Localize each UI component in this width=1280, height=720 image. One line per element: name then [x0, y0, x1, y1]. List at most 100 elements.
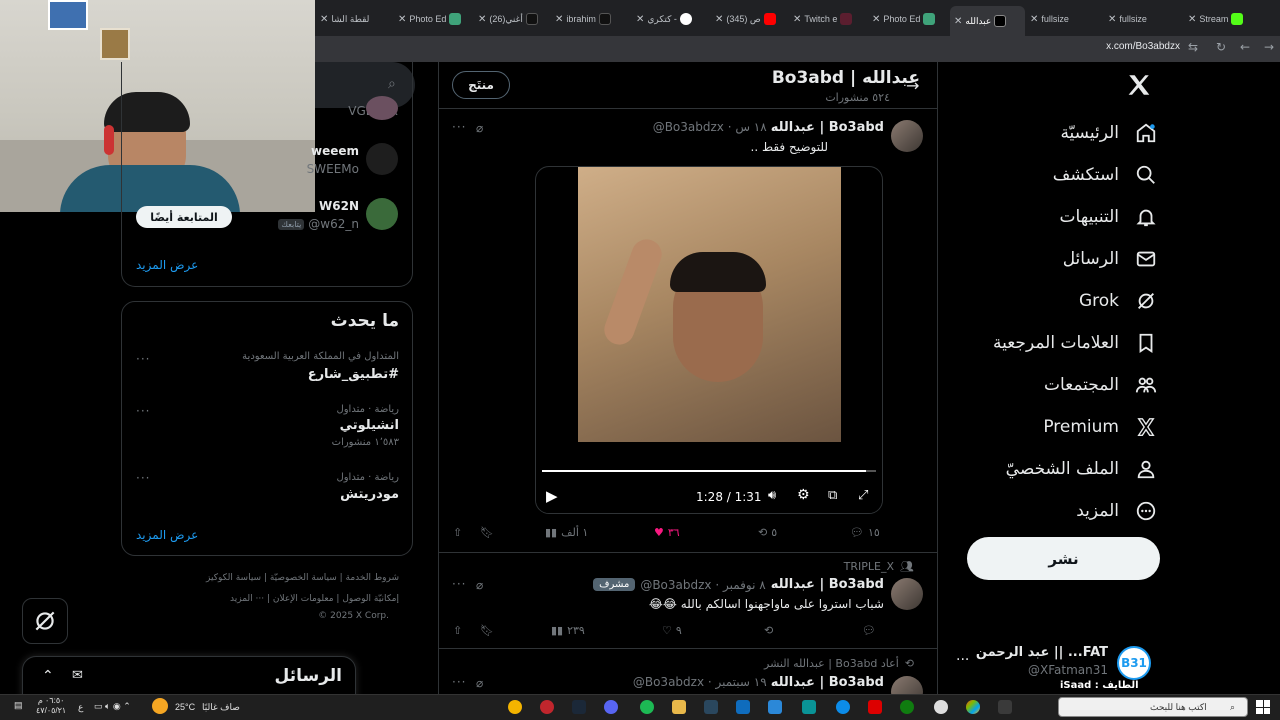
video-player[interactable]: ▶ 1:28 / 1:31 🔊︎ ⚙ ⧉ ⤢	[535, 166, 883, 514]
bookmark-icon[interactable]: 🔖︎	[480, 526, 494, 539]
discord-icon[interactable]	[604, 700, 618, 714]
browser-tab[interactable]: ✕ fullsize	[1108, 8, 1183, 30]
tweet-handle[interactable]: @Bo3abdzx · ١٨ س	[653, 120, 767, 135]
x-logo-icon[interactable]	[1126, 72, 1152, 102]
share-icon[interactable]: ⇧	[453, 526, 462, 539]
tweet-author-name[interactable]: Bo3abd | عبدالله	[771, 675, 884, 690]
volume-icon[interactable]: 🔊︎	[768, 488, 776, 503]
views-button[interactable]: ▮▮ ١ ألف	[545, 526, 588, 539]
post-button[interactable]: نشر	[967, 537, 1160, 580]
windows-start-icon[interactable]	[1256, 700, 1270, 714]
more-icon[interactable]: ···	[452, 577, 466, 591]
follow-avatar[interactable]	[366, 96, 398, 120]
url-field[interactable]: x.com/Bo3abdzx	[1106, 41, 1180, 52]
clock[interactable]: ٠٦:٥٠ م ٤٧/٠٥/٢١	[36, 696, 66, 716]
xbox-icon[interactable]	[900, 700, 914, 714]
notification-icon[interactable]: ▤	[14, 700, 23, 711]
close-icon[interactable]: ✕	[555, 14, 563, 25]
close-icon[interactable]: ✕	[1188, 14, 1196, 25]
nav-home[interactable]: الرئيسيّة	[1060, 118, 1157, 148]
grok-floating-button[interactable]	[22, 598, 68, 644]
browser-tab[interactable]: ✕ Photo Ed	[872, 8, 947, 30]
trend-name[interactable]: #تطبيق_شارع	[308, 367, 399, 382]
grok-icon[interactable]: ⌀	[476, 121, 483, 135]
nav-messages[interactable]: الرسائل	[1063, 244, 1157, 274]
close-icon[interactable]: ✕	[793, 14, 801, 25]
show-more-link[interactable]: عرض المزيد	[136, 528, 198, 542]
browser-tab[interactable]: ✕ ibrahim	[555, 8, 630, 30]
close-icon[interactable]: ✕	[872, 14, 880, 25]
grok-icon[interactable]: ⌀	[476, 676, 483, 690]
browser-tab[interactable]: ✕ Photo Ed	[398, 8, 473, 30]
footer-link-more[interactable]: ··· المزيد	[230, 594, 264, 604]
views-button[interactable]: ▮▮ ٢٣٩	[551, 624, 585, 637]
tweet-avatar[interactable]	[891, 578, 923, 610]
footer-link-ads[interactable]: معلومات الإعلان	[273, 594, 334, 604]
forward-icon[interactable]: ←	[1240, 40, 1250, 54]
follow-name[interactable]: weeem	[311, 144, 359, 158]
task-view-icon[interactable]	[998, 700, 1012, 714]
edge-icon[interactable]	[836, 700, 850, 714]
browser-tab[interactable]: ✕ Twitch e	[793, 8, 868, 30]
more-icon[interactable]: ···	[452, 675, 466, 689]
follow-avatar[interactable]	[366, 198, 398, 230]
grok-icon[interactable]: ⌀	[476, 578, 483, 592]
bookmark-icon[interactable]: 🔖︎	[480, 624, 494, 637]
follow-back-button[interactable]: المتابعة أيضًا	[136, 206, 232, 228]
store-icon[interactable]	[768, 700, 782, 714]
nav-explore[interactable]: استكشف	[1053, 160, 1157, 190]
outlook-icon[interactable]	[736, 700, 750, 714]
reload-icon[interactable]: ↻	[1216, 40, 1226, 54]
account-avatar[interactable]: B31	[1117, 646, 1151, 680]
more-icon[interactable]: ···	[136, 352, 150, 366]
video-progress-track[interactable]	[542, 470, 876, 472]
nav-premium[interactable]: Premium	[1043, 412, 1157, 442]
account-more-icon[interactable]: ···	[956, 652, 969, 668]
settings-icon[interactable]: ⚙	[797, 487, 810, 503]
app-icon[interactable]	[802, 700, 816, 714]
spotify-icon[interactable]	[640, 700, 654, 714]
tweet-handle[interactable]: @Bo3abdzx · ٨ نوفمبر	[640, 578, 765, 592]
back-icon[interactable]: →	[1264, 40, 1274, 54]
tweet-author-name[interactable]: Bo3abd | عبدالله	[771, 120, 884, 135]
close-icon[interactable]: ✕	[398, 14, 406, 25]
footer-link-accessibility[interactable]: إمكانيّة الوصول	[342, 594, 399, 604]
close-icon[interactable]: ✕	[1108, 14, 1116, 25]
footer-link-terms[interactable]: شروط الخدمة	[346, 573, 399, 583]
nav-profile[interactable]: الملف الشخصيّ	[1006, 454, 1157, 484]
browser-tab[interactable]: ✕ Stream	[1188, 8, 1258, 30]
steam-icon[interactable]	[572, 700, 586, 714]
reply-button[interactable]: 💬︎ ١٥	[850, 526, 880, 539]
more-icon[interactable]: ···	[136, 471, 150, 485]
retweet-context[interactable]: ⟲ أعاد Bo3abd | عبدالله النشر	[764, 657, 914, 670]
close-icon[interactable]: ✕	[478, 14, 486, 25]
like-button[interactable]: ♥ ٣٦	[654, 526, 680, 539]
steam-icon[interactable]	[704, 700, 718, 714]
copilot-icon[interactable]	[966, 700, 980, 714]
browser-tab[interactable]: ✕ لقطة الشا	[320, 8, 395, 30]
nav-notifications[interactable]: التنبيهات	[1060, 202, 1157, 232]
app-icon[interactable]	[540, 700, 554, 714]
tweet-avatar[interactable]	[891, 120, 923, 152]
new-message-icon[interactable]: ✉︎	[72, 668, 83, 683]
site-settings-icon[interactable]: ⇆	[1188, 40, 1198, 54]
footer-link-privacy[interactable]: سياسة الخصوصيّة	[270, 573, 337, 583]
community-label[interactable]: 👥︎ TRIPLE_X	[844, 560, 914, 573]
play-icon[interactable]: ▶	[546, 487, 558, 505]
nav-grok[interactable]: Grok	[1079, 286, 1157, 316]
share-icon[interactable]: ⇧	[453, 624, 462, 637]
close-icon[interactable]: ✕	[954, 16, 962, 27]
browser-tab[interactable]: ✕ fullsize	[1030, 8, 1105, 30]
close-icon[interactable]: ✕	[1030, 14, 1038, 25]
follow-avatar[interactable]	[366, 143, 398, 175]
like-button[interactable]: ♡ ٩	[662, 624, 682, 637]
pip-icon[interactable]: ⧉	[828, 488, 837, 503]
retweet-button[interactable]: ⟲ ٥	[758, 526, 777, 539]
expand-icon[interactable]: ⌃	[42, 668, 54, 684]
follow-name[interactable]: W62N	[319, 199, 359, 213]
browser-tab[interactable]: ✕ (345) ص	[715, 8, 790, 30]
trend-name[interactable]: انشيلوتي	[340, 418, 399, 433]
retweet-button[interactable]: ⟲	[764, 624, 773, 637]
show-more-link[interactable]: عرض المزيد	[136, 258, 198, 272]
tweet-author-name[interactable]: Bo3abd | عبدالله	[771, 577, 884, 592]
